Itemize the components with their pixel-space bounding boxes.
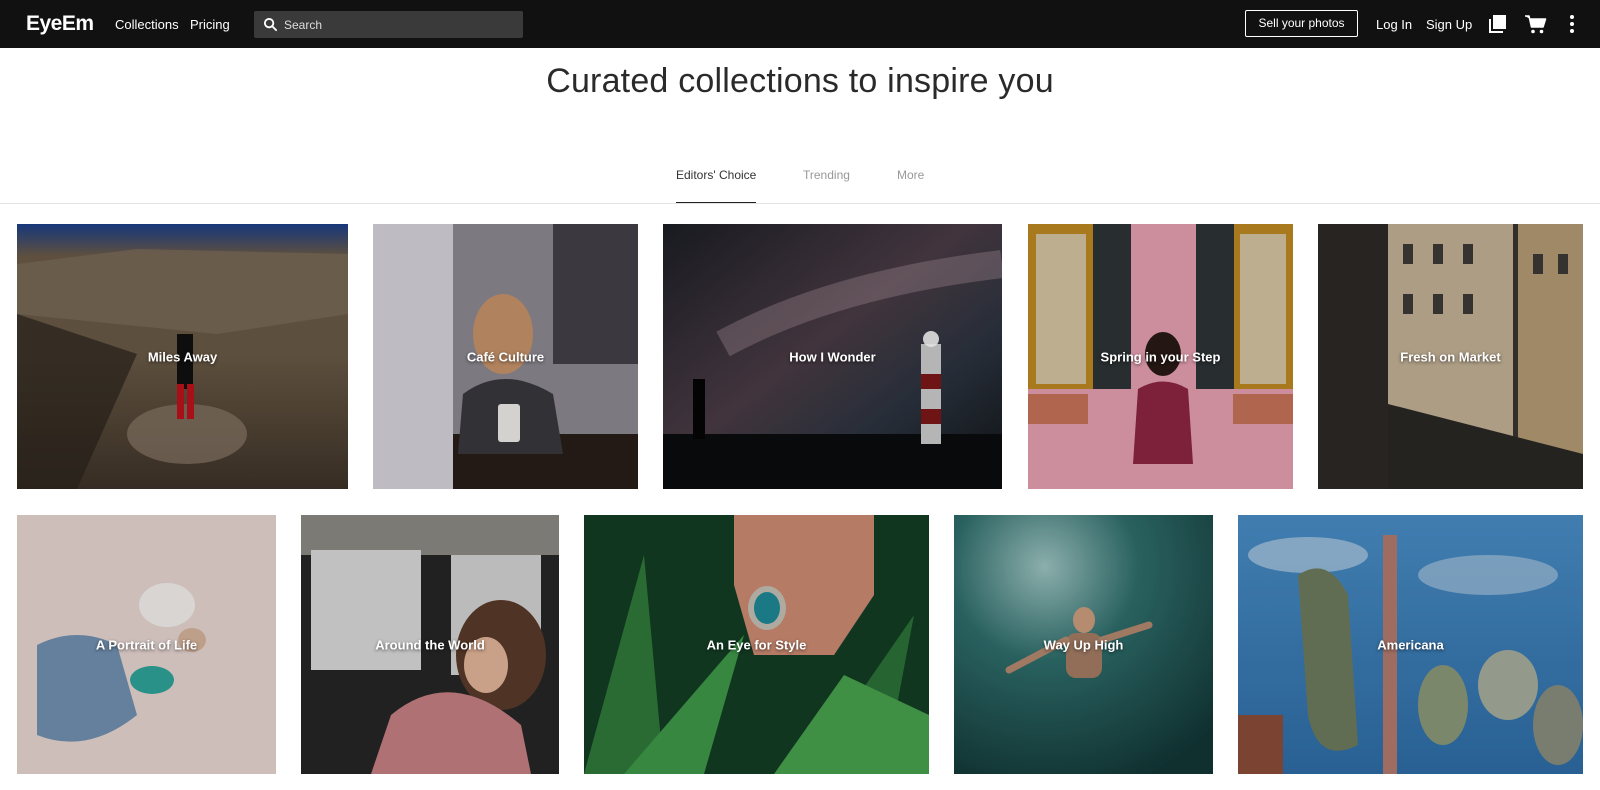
nav-collections-link[interactable]: Collections [115, 17, 179, 32]
cart-icon[interactable] [1524, 12, 1548, 36]
collection-card-way-up-high[interactable]: Way Up High [954, 515, 1213, 774]
collections-icon[interactable] [1486, 12, 1510, 36]
collection-card-miles-away[interactable]: Miles Away [17, 224, 348, 489]
collection-card-fresh-on-market[interactable]: Fresh on Market [1318, 224, 1583, 489]
collection-card-a-portrait-of-life[interactable]: A Portrait of Life [17, 515, 276, 774]
sell-your-photos-button[interactable]: Sell your photos [1245, 10, 1358, 37]
collection-title: How I Wonder [789, 349, 876, 364]
collection-title: Fresh on Market [1400, 349, 1501, 364]
tab-editors-choice[interactable]: Editors' Choice [676, 168, 757, 204]
collection-title: Café Culture [466, 349, 545, 364]
search-icon [263, 17, 278, 32]
collection-title: A Portrait of Life [95, 637, 198, 652]
collection-card-americana[interactable]: Americana [1238, 515, 1583, 774]
collection-title: An Eye for Style [706, 637, 807, 652]
collection-title: Way Up High [1043, 637, 1124, 652]
search-input[interactable] [284, 11, 514, 38]
eyeem-logo[interactable]: EyeEm [26, 12, 94, 36]
nav-pricing-link[interactable]: Pricing [190, 17, 230, 32]
collection-tabs: Editors' Choice Trending More [0, 168, 1600, 204]
login-link[interactable]: Log In [1376, 17, 1412, 32]
collection-title: Miles Away [147, 349, 218, 364]
collection-card-an-eye-for-style[interactable]: An Eye for Style [584, 515, 929, 774]
page-title: Curated collections to inspire you [546, 62, 1054, 100]
collection-card-around-the-world[interactable]: Around the World [301, 515, 559, 774]
top-navigation-bar: EyeEm Collections Pricing Sell your phot… [0, 0, 1600, 48]
tab-trending[interactable]: Trending [803, 168, 850, 203]
signup-link[interactable]: Sign Up [1426, 17, 1472, 32]
tabs-divider [0, 203, 1600, 204]
collection-title: Around the World [375, 637, 485, 652]
collection-title: Spring in your Step [1100, 349, 1221, 364]
collection-card-cafe-culture[interactable]: Café Culture [373, 224, 638, 489]
collection-card-how-i-wonder[interactable]: How I Wonder [663, 224, 1002, 489]
collection-title: Americana [1377, 637, 1444, 652]
search-box[interactable] [254, 11, 523, 38]
more-vertical-icon[interactable] [1560, 12, 1584, 36]
collection-card-spring-in-your-step[interactable]: Spring in your Step [1028, 224, 1293, 489]
tab-more[interactable]: More [897, 168, 924, 203]
